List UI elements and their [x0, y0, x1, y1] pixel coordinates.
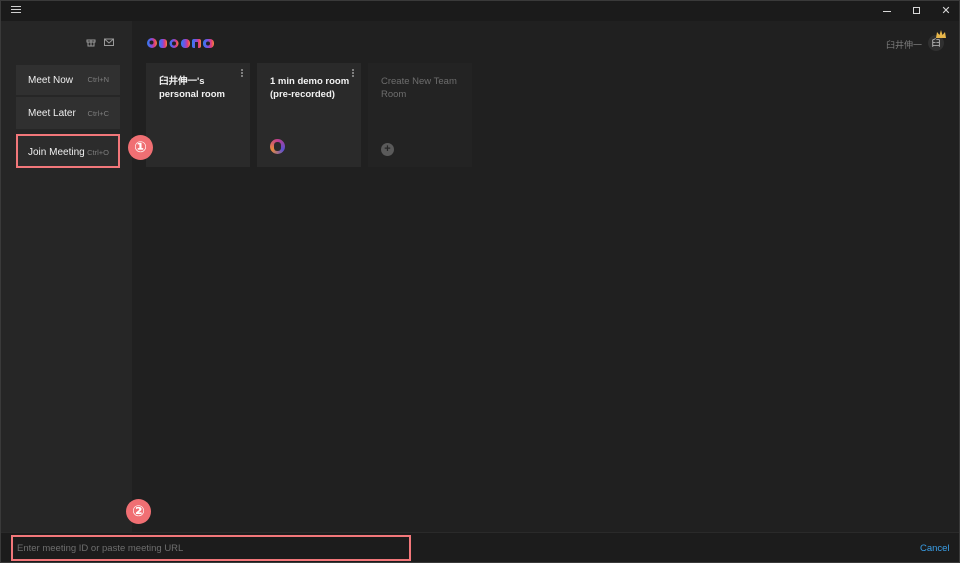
create-team-room-card[interactable]: Create New Team Room + — [368, 63, 472, 167]
meet-later-shortcut: Ctrl+C — [87, 109, 109, 118]
main-area: 臼井伸一 臼 臼井伸一's personal room 1 min demo r… — [132, 21, 959, 532]
meet-now-button[interactable]: Meet Now Ctrl+N — [16, 65, 120, 95]
plus-icon[interactable]: + — [381, 143, 394, 156]
meet-later-label: Meet Later — [28, 108, 76, 119]
join-meeting-shortcut: Ctrl+O — [87, 148, 109, 157]
gift-icon[interactable] — [86, 37, 96, 47]
annotation-marker-2: ② — [126, 499, 151, 524]
room-card-demo[interactable]: 1 min demo room (pre-recorded) — [257, 63, 361, 167]
join-meeting-bar: Cancel — [1, 532, 959, 562]
hamburger-menu-icon[interactable] — [11, 6, 21, 16]
meet-now-label: Meet Now — [28, 75, 74, 86]
participant-avatar — [270, 139, 285, 154]
app-window: ✕ Meet Now Ctrl+N Meet Later Ctrl+C Join… — [0, 0, 960, 563]
cancel-button[interactable]: Cancel — [920, 543, 950, 554]
title-bar: ✕ — [1, 1, 959, 21]
sidebar-top-icons — [86, 37, 114, 49]
room-title: Create New Team Room — [381, 76, 457, 100]
mail-icon[interactable] — [104, 37, 114, 47]
crown-icon — [936, 30, 946, 38]
maximize-button[interactable] — [902, 1, 932, 21]
join-meeting-label: Join Meeting — [28, 147, 85, 158]
minimize-button[interactable] — [872, 1, 902, 21]
annotation-marker-1: ① — [128, 135, 153, 160]
meeting-id-input[interactable] — [11, 535, 411, 561]
user-name: 臼井伸一 — [886, 40, 923, 50]
meet-now-shortcut: Ctrl+N — [87, 75, 109, 84]
room-title: 臼井伸一's personal room — [159, 76, 225, 100]
more-options-icon[interactable] — [352, 69, 355, 79]
room-title: 1 min demo room (pre-recorded) — [270, 76, 350, 100]
join-meeting-button[interactable]: Join Meeting Ctrl+O — [16, 134, 120, 168]
more-options-icon[interactable] — [241, 69, 244, 79]
sidebar: Meet Now Ctrl+N Meet Later Ctrl+C Join M… — [1, 21, 132, 532]
close-button[interactable]: ✕ — [931, 1, 960, 21]
room-card-personal[interactable]: 臼井伸一's personal room — [146, 63, 250, 167]
around-logo — [147, 38, 214, 48]
meet-later-button[interactable]: Meet Later Ctrl+C — [16, 97, 120, 129]
